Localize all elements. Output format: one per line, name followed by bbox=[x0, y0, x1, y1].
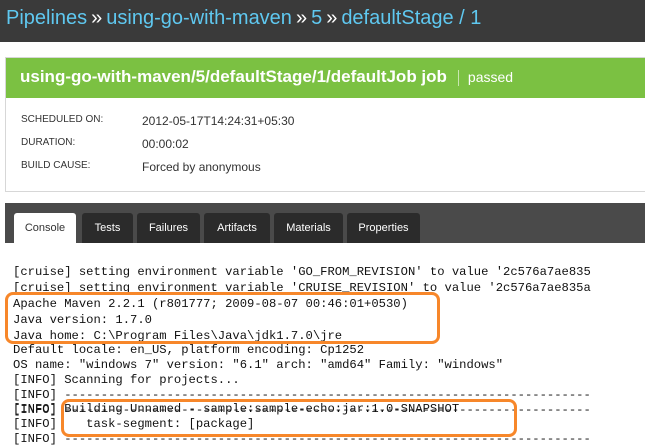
build-cause-value: Forced by anonymous bbox=[142, 160, 261, 174]
console-line: [INFO] Scanning for projects... bbox=[13, 373, 240, 387]
job-header: using-go-with-maven/5/defaultStage/1/def… bbox=[6, 58, 645, 98]
tab-materials[interactable]: Materials bbox=[274, 213, 343, 243]
console-line: Default locale: en_US, platform encoding… bbox=[13, 343, 365, 357]
breadcrumb-separator: » bbox=[295, 7, 308, 29]
console-line: [INFO] task-segment: [package] bbox=[13, 417, 255, 431]
job-title-block: using-go-with-maven/5/defaultStage/1/def… bbox=[20, 67, 513, 87]
scheduled-label: SCHEDULED ON: bbox=[21, 114, 104, 125]
console-line: Java home: C:\Program Files\Java\jdk1.7.… bbox=[13, 329, 343, 343]
console-line: [INFO] ---------------------------------… bbox=[13, 388, 591, 402]
breadcrumb-counter-link[interactable]: 5 bbox=[311, 7, 322, 29]
breadcrumb-separator: » bbox=[326, 7, 338, 29]
job-status-badge: passed bbox=[467, 69, 514, 85]
console-line: [cruise] setting environment variable 'C… bbox=[13, 281, 591, 295]
breadcrumb-pipeline-link[interactable]: using-go-with-maven bbox=[106, 7, 292, 29]
tab-console[interactable]: Console bbox=[14, 213, 76, 243]
breadcrumb-trail: Pipelines» using-go-with-maven» 5» defaultS… bbox=[6, 0, 481, 36]
title-divider bbox=[457, 69, 459, 86]
breadcrumb-stage-link[interactable]: defaultStage / 1 bbox=[341, 7, 481, 29]
breadcrumb-pipelines-link[interactable]: Pipelines bbox=[6, 7, 87, 29]
job-tabs: Console Tests Failures Artifacts Materia… bbox=[5, 203, 645, 243]
tab-failures[interactable]: Failures bbox=[137, 213, 200, 243]
console-line: OS name: "windows 7" version: "6.1" arch… bbox=[13, 358, 504, 372]
job-title: using-go-with-maven/5/defaultStage/1/def… bbox=[20, 67, 447, 86]
scheduled-value: 2012-05-17T14:24:31+05:30 bbox=[142, 114, 295, 128]
build-cause-label: BUILD CAUSE: bbox=[21, 160, 91, 171]
tab-artifacts[interactable]: Artifacts bbox=[204, 213, 270, 243]
duration-label: DURATION: bbox=[21, 137, 76, 148]
console-output: [cruise] setting environment variable 'G… bbox=[0, 243, 645, 447]
breadcrumb-separator: » bbox=[91, 7, 103, 29]
duration-value: 00:00:02 bbox=[142, 137, 189, 151]
console-line: Apache Maven 2.2.1 (r801777; 2009-08-07 … bbox=[13, 297, 408, 311]
breadcrumb: Pipelines» using-go-with-maven» 5» defaultS… bbox=[0, 0, 645, 42]
console-line: [INFO] ---------------------------------… bbox=[13, 432, 591, 446]
tab-properties[interactable]: Properties bbox=[347, 213, 420, 243]
console-line: [INFO] Building Unnamed - sample:sample-… bbox=[13, 402, 460, 416]
console-line: [cruise] setting environment variable 'G… bbox=[13, 265, 591, 279]
job-summary-card: using-go-with-maven/5/defaultStage/1/def… bbox=[5, 57, 645, 192]
tab-tests[interactable]: Tests bbox=[82, 213, 133, 243]
console-line: Java version: 1.7.0 bbox=[13, 313, 152, 327]
